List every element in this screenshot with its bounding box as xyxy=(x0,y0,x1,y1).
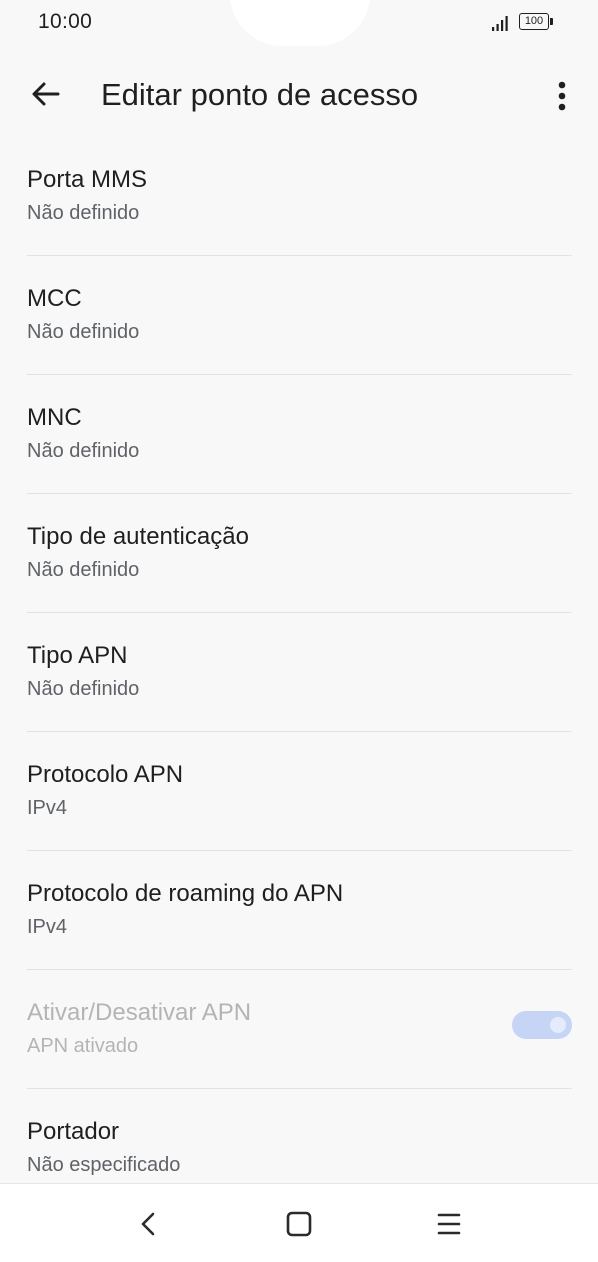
setting-label: Tipo APN xyxy=(27,642,128,669)
nav-recents-icon[interactable] xyxy=(431,1206,467,1242)
status-time: 10:00 xyxy=(38,10,93,33)
navigation-bar xyxy=(0,1183,598,1262)
setting-label: Protocolo de roaming do APN xyxy=(27,880,344,907)
battery-nub xyxy=(550,18,553,25)
setting-value: Não definido xyxy=(27,440,140,462)
setting-item-apn-protocol[interactable]: Protocolo APN IPv4 xyxy=(0,732,598,851)
setting-label: Porta MMS xyxy=(27,166,148,193)
app-bar: Editar ponto de acesso xyxy=(0,60,598,130)
status-bar: 10:00 100 xyxy=(0,0,598,52)
camera-notch xyxy=(230,0,370,46)
battery-level: 100 xyxy=(519,13,549,30)
setting-value: IPv4 xyxy=(27,916,68,938)
setting-item-mnc[interactable]: MNC Não definido xyxy=(0,375,598,494)
setting-item-auth-type[interactable]: Tipo de autenticação Não definido xyxy=(0,494,598,613)
setting-value: Não definido xyxy=(27,559,140,581)
setting-item-apn-roaming-protocol[interactable]: Protocolo de roaming do APN IPv4 xyxy=(0,851,598,970)
nav-home-icon[interactable] xyxy=(281,1206,317,1242)
signal-icon xyxy=(492,16,508,31)
setting-label: Portador xyxy=(27,1118,120,1145)
setting-item-apn-enable: Ativar/Desativar APN APN ativado xyxy=(0,970,598,1089)
setting-item-mcc[interactable]: MCC Não definido xyxy=(0,256,598,375)
settings-list: Porta MMS Não definido MCC Não definido … xyxy=(0,137,598,1208)
nav-back-icon[interactable] xyxy=(131,1206,167,1242)
setting-label: MNC xyxy=(27,404,82,431)
more-vert-icon[interactable] xyxy=(548,76,576,116)
setting-item-porta-mms[interactable]: Porta MMS Não definido xyxy=(0,137,598,256)
setting-label: Protocolo APN xyxy=(27,761,184,788)
apn-enable-toggle xyxy=(512,1011,572,1039)
setting-value: Não definido xyxy=(27,678,140,700)
setting-item-apn-type[interactable]: Tipo APN Não definido xyxy=(0,613,598,732)
battery-icon: 100 xyxy=(519,13,555,32)
setting-value: Não especificado xyxy=(27,1154,181,1176)
arrow-left-icon[interactable] xyxy=(28,76,64,112)
setting-label: MCC xyxy=(27,285,82,312)
setting-value: Não definido xyxy=(27,202,140,224)
setting-value: IPv4 xyxy=(27,797,68,819)
setting-value: APN ativado xyxy=(27,1035,139,1057)
setting-label: Ativar/Desativar APN xyxy=(27,999,252,1026)
page-title: Editar ponto de acesso xyxy=(101,77,419,112)
setting-label: Tipo de autenticação xyxy=(27,523,249,550)
setting-value: Não definido xyxy=(27,321,140,343)
toggle-thumb xyxy=(550,1017,566,1033)
screen: 10:00 100 Editar ponto de acesso Porta M… xyxy=(0,0,598,1262)
